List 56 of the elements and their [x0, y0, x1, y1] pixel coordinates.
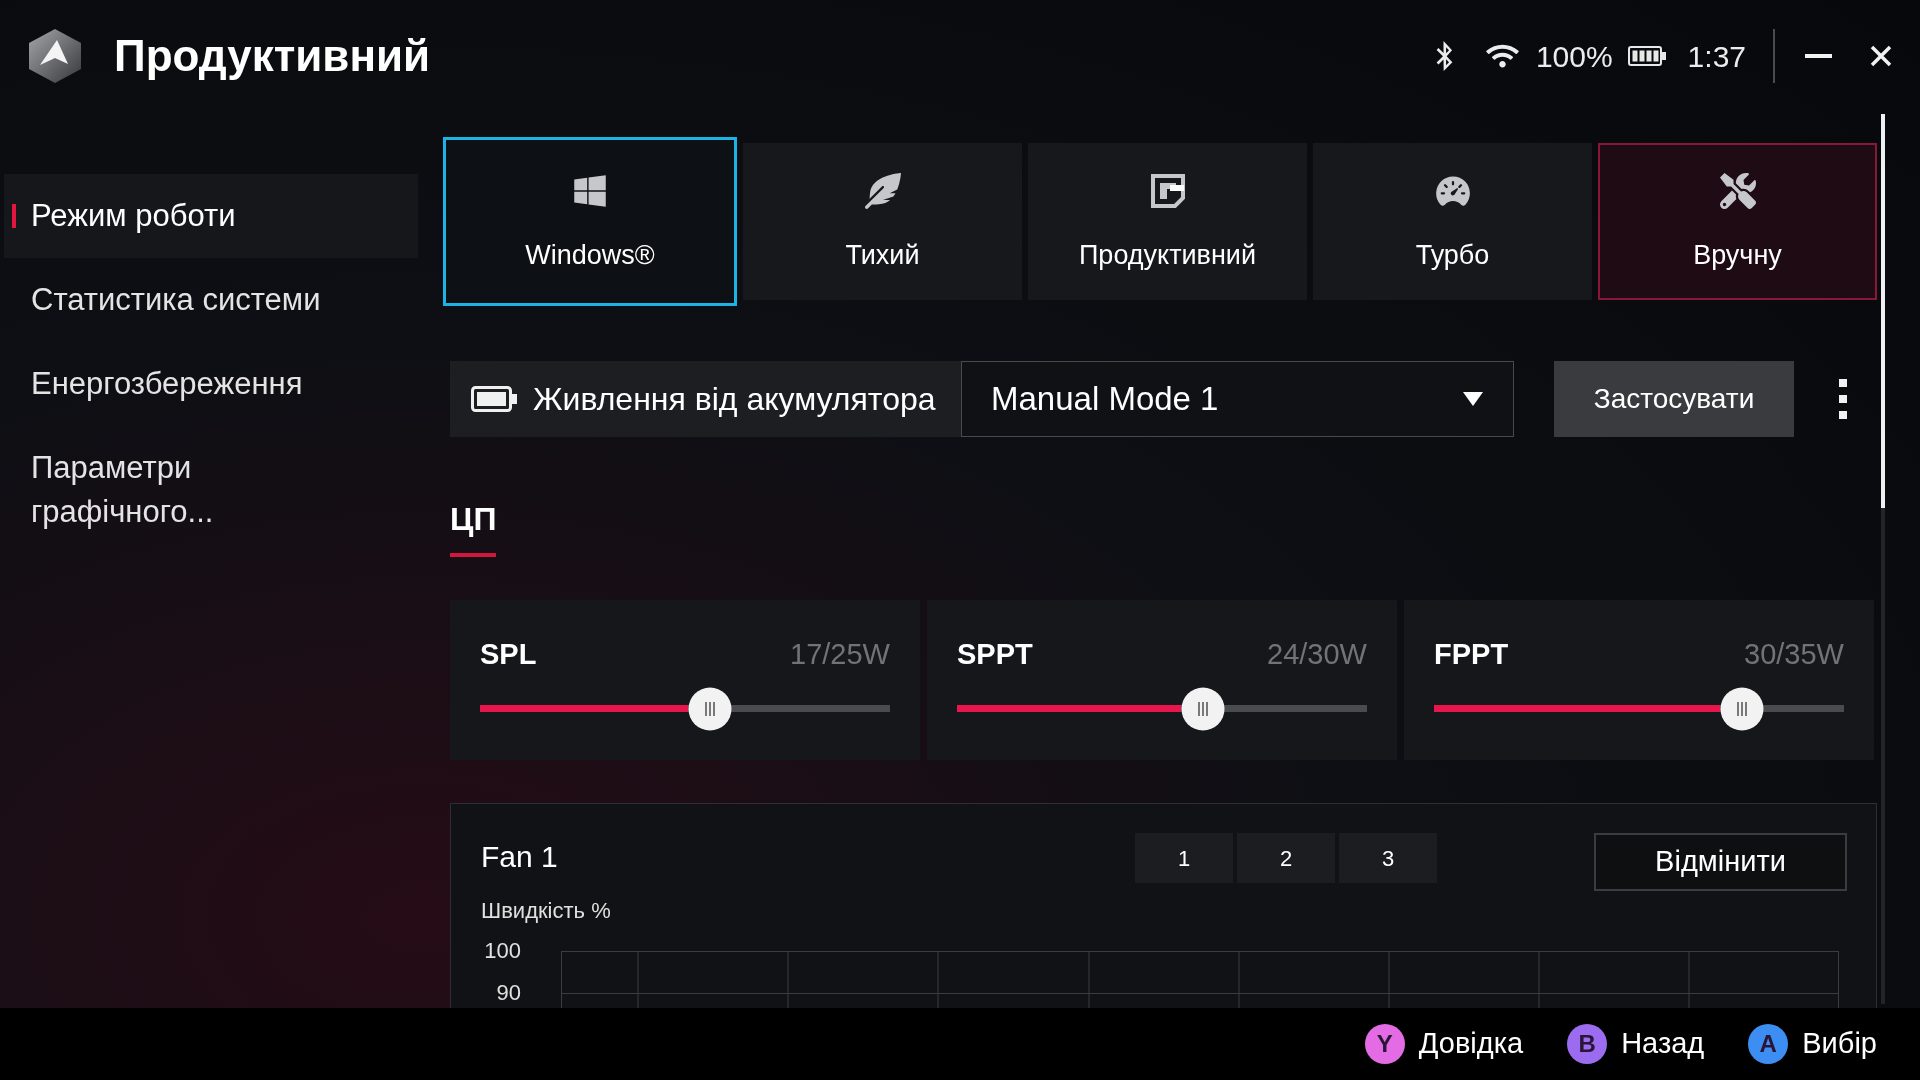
controller-key: Y — [1364, 1024, 1405, 1064]
limit-name: SPL — [480, 637, 537, 673]
sidebar-item[interactable]: Енергозбереження — [4, 342, 418, 426]
axis-tick-label: 90 — [495, 979, 521, 1007]
reset-button[interactable]: Відмінити — [1594, 833, 1847, 891]
kebab-menu-icon — [1838, 379, 1848, 419]
fan-tab[interactable]: 1 — [1135, 833, 1233, 883]
axis-tick-label: 100 — [483, 937, 521, 965]
power-source-label: Живлення від акумулятора — [533, 380, 936, 419]
close-icon — [1870, 45, 1892, 67]
slider-thumb[interactable] — [1719, 687, 1764, 731]
caret-icon — [1463, 392, 1483, 406]
apply-button[interactable]: Застосувати — [1554, 361, 1794, 437]
scrollbar-thumb[interactable] — [1881, 114, 1885, 508]
fan-tab[interactable]: 3 — [1339, 833, 1437, 883]
mode-tile[interactable]: Тихий — [743, 143, 1022, 300]
limit-name: FPPT — [1434, 637, 1509, 673]
hexagon-logo-icon — [28, 28, 82, 84]
controller-key: A — [1748, 1024, 1789, 1064]
mode-tile[interactable]: Турбо — [1313, 143, 1592, 300]
limit-reading: 30/35W — [1744, 637, 1844, 673]
sidebar-item[interactable]: Статистика системи — [4, 258, 418, 342]
battery-percent: 100% — [1535, 38, 1613, 75]
mode-tile[interactable]: Windows® — [443, 137, 737, 306]
controller-hint[interactable]: B Назад — [1567, 1022, 1705, 1066]
limit-reading: 24/30W — [1267, 637, 1367, 673]
mode-tile[interactable]: Продуктивний — [1028, 143, 1307, 300]
axis-title: Швидкість % — [481, 897, 611, 925]
limit-reading: 17/25W — [790, 637, 890, 673]
close-button[interactable] — [1870, 45, 1892, 67]
battery-icon — [471, 386, 517, 412]
mode-tile[interactable]: Вручну — [1598, 143, 1877, 300]
app-title: Продуктивний — [114, 30, 431, 82]
limit-name: SPPT — [957, 637, 1033, 673]
bluetooth-icon — [1434, 41, 1454, 71]
profile-dropdown[interactable]: Manual Mode 1 — [961, 361, 1514, 437]
battery-icon — [1627, 46, 1666, 66]
controller-hint[interactable]: A Вибір — [1748, 1022, 1877, 1066]
clock-time: 1:37 — [1687, 38, 1746, 75]
slider-thumb[interactable] — [687, 687, 732, 731]
fan-title: Fan 1 — [481, 839, 558, 875]
fan-tab[interactable]: 2 — [1237, 833, 1335, 883]
feather-icon — [864, 172, 901, 209]
minimize-icon — [1805, 54, 1832, 58]
section-tab[interactable]: ЦП — [450, 499, 497, 557]
slider-thumb[interactable] — [1181, 687, 1225, 731]
more-options-button[interactable] — [1838, 379, 1848, 419]
window-panes-icon — [572, 172, 608, 209]
wifi-icon — [1485, 43, 1519, 69]
sidebar-item[interactable]: Режим роботи — [4, 174, 418, 258]
controller-hint[interactable]: Y Довідка — [1364, 1022, 1524, 1066]
sidebar-item[interactable]: Параметри графічного... — [4, 426, 418, 554]
tools-icon — [1719, 172, 1756, 209]
controller-key: B — [1567, 1024, 1608, 1064]
selection-indicator — [12, 204, 16, 228]
frame-icon — [1149, 172, 1186, 209]
